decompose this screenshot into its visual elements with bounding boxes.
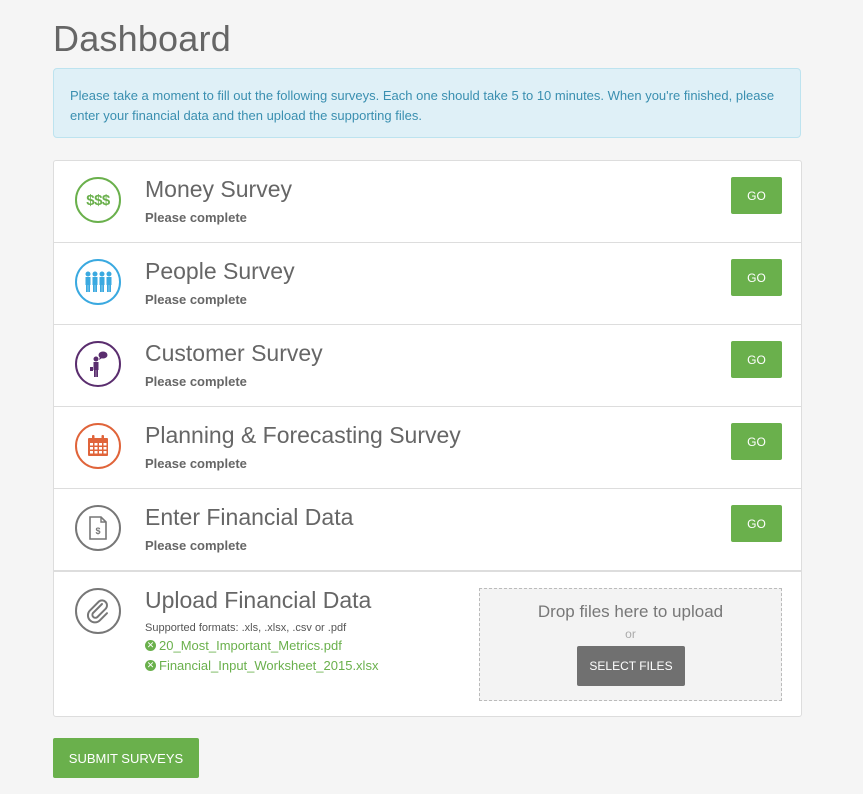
survey-row-planning: Planning & Forecasting Survey Please com… [54, 407, 801, 489]
calendar-icon [75, 423, 121, 469]
go-button-financial-data[interactable]: GO [731, 505, 782, 542]
survey-title: Money Survey [145, 176, 293, 202]
survey-panel: $$$ Money Survey Please complete GO Peop… [53, 160, 802, 717]
dropzone-text: Drop files here to upload [537, 602, 724, 621]
money-icon: $$$ [75, 177, 121, 223]
uploaded-file[interactable]: ✕ Financial_Input_Worksheet_2015.xlsx [145, 658, 378, 673]
survey-row-money: $$$ Money Survey Please complete GO [54, 161, 801, 243]
survey-status: Please complete [145, 210, 247, 225]
remove-file-icon[interactable]: ✕ [145, 640, 156, 651]
file-name[interactable]: Financial_Input_Worksheet_2015.xlsx [159, 658, 378, 673]
file-dropzone[interactable]: Drop files here to upload or SELECT FILE… [479, 588, 782, 701]
survey-status: Please complete [145, 374, 247, 389]
uploaded-file[interactable]: ✕ 20_Most_Important_Metrics.pdf [145, 638, 342, 653]
survey-row-people: People Survey Please complete GO [54, 243, 801, 325]
go-button-customer[interactable]: GO [731, 341, 782, 378]
survey-row-financial-data: $ Enter Financial Data Please complete G… [54, 489, 801, 571]
survey-title: Customer Survey [145, 340, 323, 366]
paperclip-icon [75, 588, 121, 634]
remove-file-icon[interactable]: ✕ [145, 660, 156, 671]
supported-formats: Supported formats: .xls, .xlsx, .csv or … [145, 622, 347, 634]
survey-row-customer: Customer Survey Please complete GO [54, 325, 801, 407]
survey-status: Please complete [145, 292, 247, 307]
go-button-people[interactable]: GO [731, 259, 782, 296]
survey-status: Please complete [145, 456, 247, 471]
document-dollar-icon: $ [75, 505, 121, 551]
submit-surveys-button[interactable]: SUBMIT SURVEYS [53, 738, 199, 778]
survey-title: Enter Financial Data [145, 504, 354, 530]
select-files-button[interactable]: SELECT FILES [577, 646, 685, 686]
upload-title: Upload Financial Data [145, 587, 372, 613]
go-button-money[interactable]: GO [731, 177, 782, 214]
svg-text:$: $ [95, 526, 100, 536]
customer-icon [75, 341, 121, 387]
people-icon [75, 259, 121, 305]
page-title: Dashboard [53, 18, 231, 59]
survey-status: Please complete [145, 538, 247, 553]
survey-title: People Survey [145, 258, 295, 284]
survey-title: Planning & Forecasting Survey [145, 422, 461, 448]
go-button-planning[interactable]: GO [731, 423, 782, 460]
dropzone-or: or [625, 627, 636, 641]
file-name[interactable]: 20_Most_Important_Metrics.pdf [159, 638, 342, 653]
upload-row: Upload Financial Data Supported formats:… [54, 571, 801, 717]
info-alert: Please take a moment to fill out the fol… [53, 68, 801, 138]
